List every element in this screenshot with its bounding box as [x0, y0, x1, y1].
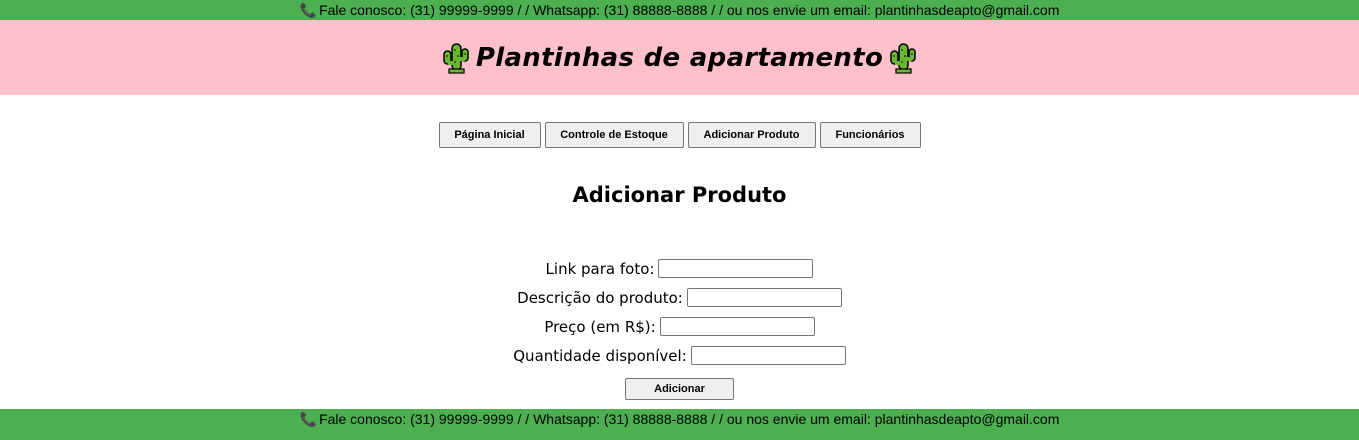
page-title: Adicionar Produto: [572, 183, 787, 207]
site-title: Plantinhas de apartamento: [475, 42, 884, 73]
description-label: Descrição do produto:: [517, 288, 683, 307]
main-nav: Página Inicial Controle de Estoque Adici…: [0, 122, 1359, 148]
contact-text: Fale conosco: (31) 99999-9999 / / Whatsa…: [319, 411, 1060, 427]
nav-stock-button[interactable]: Controle de Estoque: [544, 122, 684, 148]
price-label: Preço (em R$):: [544, 317, 656, 336]
phone-icon: 📞: [299, 2, 318, 18]
cactus-icon: [890, 42, 916, 74]
phone-icon: 📞: [299, 411, 318, 427]
quantity-label: Quantidade disponível:: [513, 346, 687, 365]
photo-link-input[interactable]: [658, 259, 814, 278]
top-contact-bar: 📞 Fale conosco: (31) 99999-9999 / / Whats…: [0, 0, 1359, 20]
quantity-input[interactable]: [690, 346, 846, 365]
form-row-quantity: Quantidade disponível:: [0, 341, 1359, 370]
form-row-price: Preço (em R$):: [0, 312, 1359, 341]
site-title-wrapper: Plantinhas de apartamento: [442, 41, 917, 75]
nav-employees-button[interactable]: Funcionários: [819, 122, 921, 148]
nav-home-button[interactable]: Página Inicial: [438, 122, 541, 148]
bottom-contact-bar: 📞 Fale conosco: (31) 99999-9999 / / Whats…: [0, 409, 1359, 440]
contact-text: Fale conosco: (31) 99999-9999 / / Whatsa…: [319, 2, 1060, 18]
add-product-form: Link para foto: Descrição do produto: Pr…: [0, 254, 1359, 370]
site-banner: Plantinhas de apartamento: [0, 20, 1359, 95]
cactus-icon: [443, 42, 469, 74]
photo-link-label: Link para foto:: [545, 259, 655, 278]
submit-row: Adicionar: [0, 378, 1359, 400]
add-product-submit-button[interactable]: Adicionar: [625, 378, 734, 400]
form-row-description: Descrição do produto:: [0, 283, 1359, 312]
nav-add-product-button[interactable]: Adicionar Produto: [687, 122, 816, 148]
form-row-photo-link: Link para foto:: [0, 254, 1359, 283]
description-input[interactable]: [686, 288, 842, 307]
price-input[interactable]: [659, 317, 815, 336]
